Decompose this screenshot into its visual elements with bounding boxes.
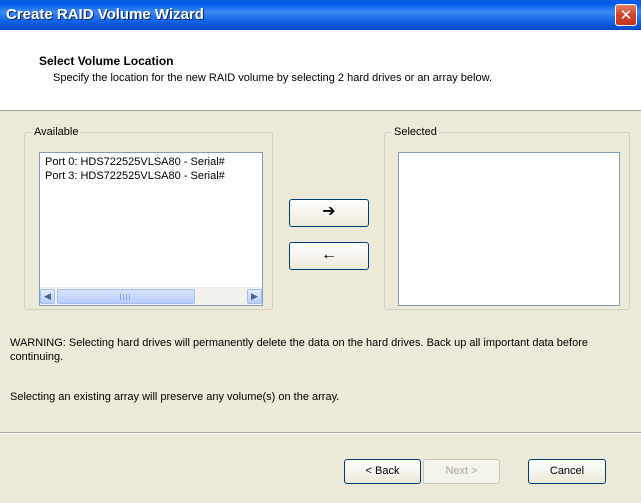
cancel-button[interactable]: Cancel: [528, 459, 606, 484]
available-label: Available: [34, 126, 79, 138]
list-item[interactable]: Port 0: HDS722525VLSA80 - Serial#: [45, 156, 225, 168]
grip-icon: [120, 294, 130, 300]
add-drive-button[interactable]: ➔: [289, 199, 369, 227]
close-icon[interactable]: ✕: [615, 4, 637, 26]
horizontal-scrollbar[interactable]: ◀ ▶: [40, 287, 262, 305]
divider: [0, 432, 641, 434]
selected-label: Selected: [394, 126, 437, 138]
scroll-right-icon[interactable]: ▶: [247, 289, 262, 304]
preserve-note: Selecting an existing array will preserv…: [10, 391, 340, 403]
wizard-header: Select Volume Location Specify the locat…: [0, 30, 641, 111]
remove-drive-button[interactable]: ←: [289, 242, 369, 270]
arrow-left-icon: ←: [321, 246, 337, 263]
scroll-left-icon[interactable]: ◀: [40, 289, 55, 304]
warning-text: WARNING: Selecting hard drives will perm…: [10, 337, 588, 363]
available-drives-list[interactable]: Port 0: HDS722525VLSA80 - Serial# Port 3…: [39, 152, 263, 306]
list-item[interactable]: Port 3: HDS722525VLSA80 - Serial#: [45, 170, 225, 182]
page-description: Specify the location for the new RAID vo…: [53, 72, 493, 84]
arrow-right-icon: ➔: [322, 203, 336, 220]
window-title: Create RAID Volume Wizard: [6, 6, 204, 23]
scroll-thumb[interactable]: [57, 289, 195, 304]
selected-drives-list[interactable]: [398, 152, 620, 306]
next-button[interactable]: Next >: [423, 459, 500, 484]
title-bar[interactable]: Create RAID Volume Wizard ✕: [0, 0, 641, 30]
back-button[interactable]: < Back: [344, 459, 421, 484]
page-title: Select Volume Location: [39, 54, 174, 68]
